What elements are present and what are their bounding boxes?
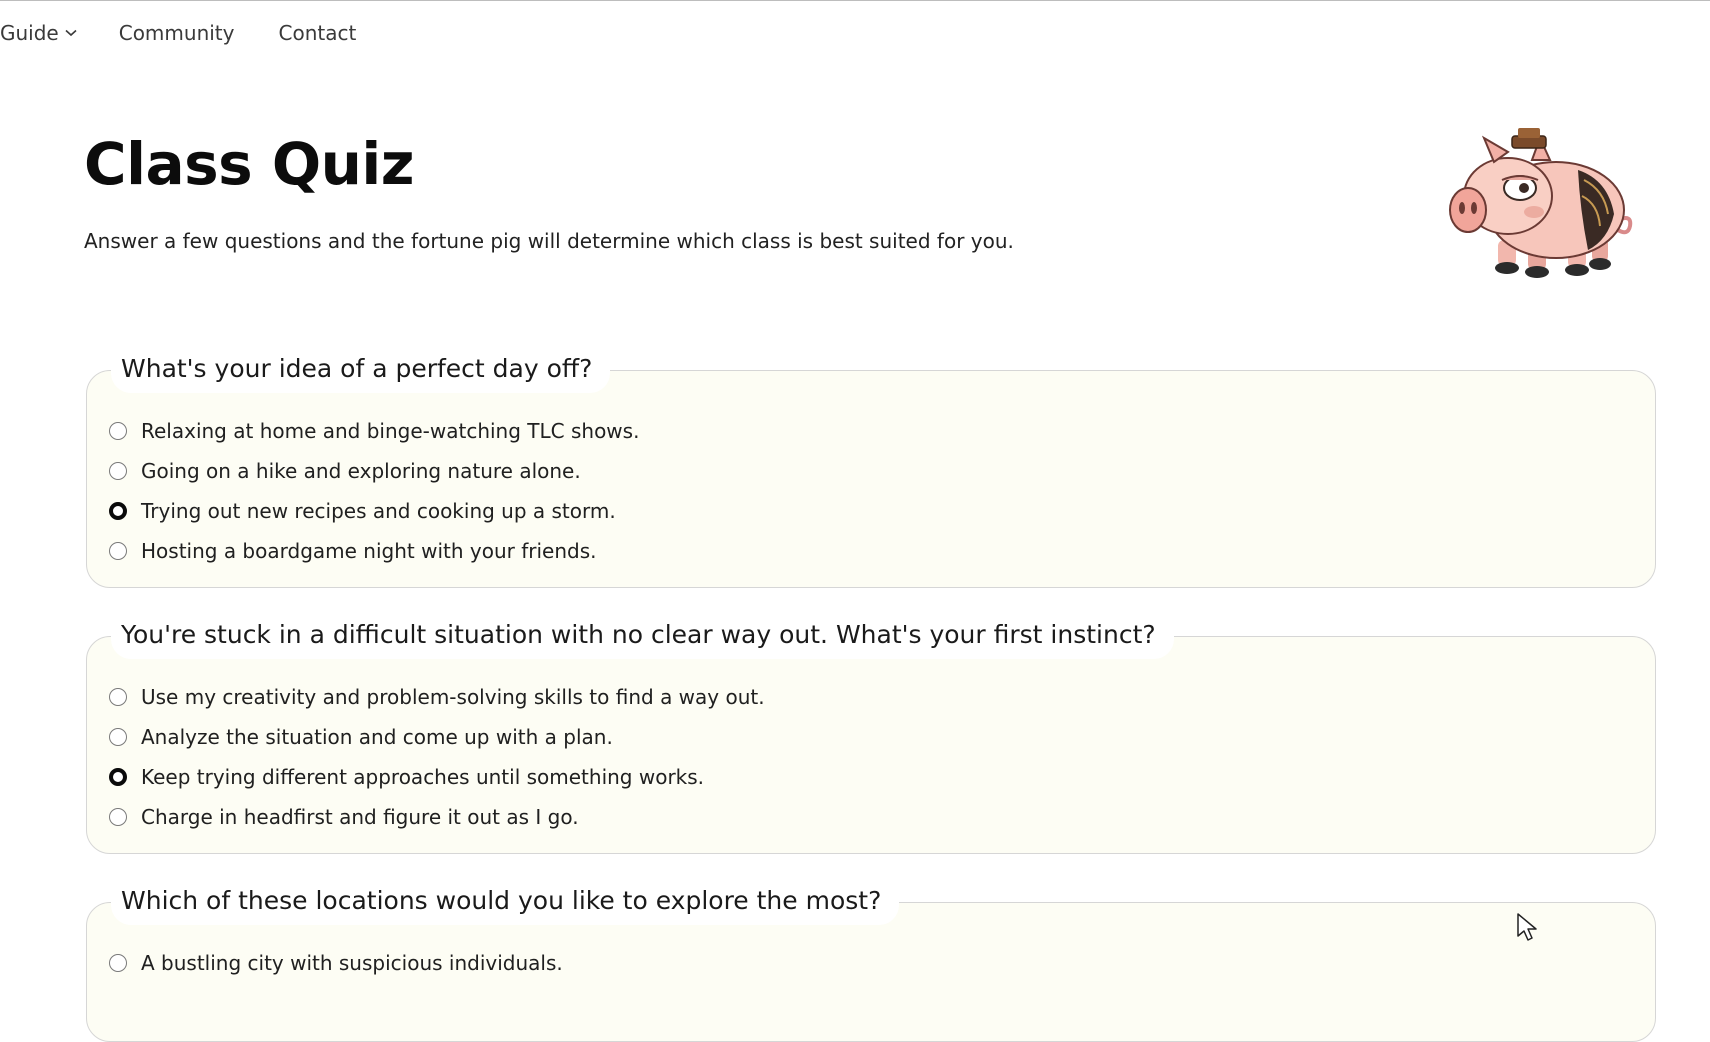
radio-button[interactable] — [109, 728, 127, 746]
option-q1-a[interactable]: Relaxing at home and binge-watching TLC … — [109, 411, 639, 451]
option-q3-a[interactable]: A bustling city with suspicious individu… — [109, 943, 563, 983]
question-1: What's your idea of a perfect day off? R… — [86, 349, 1656, 588]
chevron-down-icon — [65, 29, 77, 37]
option-q1-b[interactable]: Going on a hike and exploring nature alo… — [109, 451, 639, 491]
option-q1-c[interactable]: Trying out new recipes and cooking up a … — [109, 491, 639, 531]
question-2-prompt: You're stuck in a difficult situation wi… — [111, 615, 1174, 659]
top-nav: Guide Community Contact — [0, 16, 400, 50]
radio-button[interactable] — [109, 462, 127, 480]
option-q2-a[interactable]: Use my creativity and problem-solving sk… — [109, 677, 765, 717]
top-border — [0, 0, 1710, 1]
nav-item-guide[interactable]: Guide — [0, 21, 77, 45]
option-label: Trying out new recipes and cooking up a … — [141, 499, 616, 523]
option-label: Hosting a boardgame night with your frie… — [141, 539, 597, 563]
question-3-options: A bustling city with suspicious individu… — [109, 943, 563, 983]
nav-item-label: Guide — [0, 21, 59, 45]
radio-button-selected[interactable] — [109, 502, 127, 520]
option-q2-b[interactable]: Analyze the situation and come up with a… — [109, 717, 765, 757]
option-label: Keep trying different approaches until s… — [141, 765, 705, 789]
page-title: Class Quiz — [84, 130, 415, 198]
question-1-prompt: What's your idea of a perfect day off? — [111, 349, 611, 393]
option-label: A bustling city with suspicious individu… — [141, 951, 563, 975]
option-label: Use my creativity and problem-solving sk… — [141, 685, 765, 709]
question-3: Which of these locations would you like … — [86, 881, 1656, 1042]
question-3-prompt: Which of these locations would you like … — [111, 881, 900, 925]
option-q2-d[interactable]: Charge in headfirst and figure it out as… — [109, 797, 765, 837]
option-label: Charge in headfirst and figure it out as… — [141, 805, 579, 829]
radio-button[interactable] — [109, 422, 127, 440]
option-label: Relaxing at home and binge-watching TLC … — [141, 419, 640, 443]
fortune-pig-icon — [1428, 122, 1648, 282]
question-2-options: Use my creativity and problem-solving sk… — [109, 677, 765, 837]
page-subtitle: Answer a few questions and the fortune p… — [84, 229, 1014, 253]
option-q2-c[interactable]: Keep trying different approaches until s… — [109, 757, 765, 797]
nav-item-community[interactable]: Community — [119, 21, 235, 45]
nav-item-contact[interactable]: Contact — [279, 21, 357, 45]
radio-button[interactable] — [109, 688, 127, 706]
radio-button[interactable] — [109, 542, 127, 560]
question-2: You're stuck in a difficult situation wi… — [86, 615, 1656, 854]
mouse-cursor-icon — [1516, 912, 1538, 942]
question-1-options: Relaxing at home and binge-watching TLC … — [109, 411, 639, 571]
radio-button[interactable] — [109, 954, 127, 972]
radio-button[interactable] — [109, 808, 127, 826]
option-label: Analyze the situation and come up with a… — [141, 725, 613, 749]
option-q1-d[interactable]: Hosting a boardgame night with your frie… — [109, 531, 639, 571]
radio-button-selected[interactable] — [109, 768, 127, 786]
option-label: Going on a hike and exploring nature alo… — [141, 459, 581, 483]
nav-item-label: Community — [118, 21, 235, 45]
nav-item-label: Contact — [278, 21, 357, 45]
